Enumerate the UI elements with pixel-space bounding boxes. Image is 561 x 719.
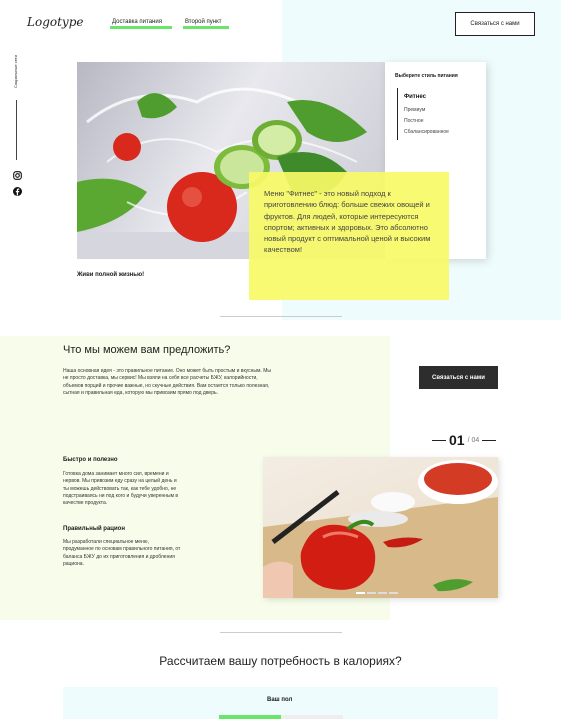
- slider-dots: [356, 592, 398, 594]
- gender-option-female[interactable]: [281, 715, 343, 719]
- gender-label: Ваш пол: [267, 697, 293, 703]
- section-divider-2: [220, 632, 342, 633]
- block-text-fast: Готовка дома занимает много сил, времени…: [63, 471, 179, 506]
- hero-description: Меню "Фитнес" - это новый подход к приго…: [264, 189, 431, 255]
- slider-dot-1[interactable]: [356, 592, 365, 594]
- slider-counter: 01 / 04: [432, 432, 497, 448]
- nav-link-second[interactable]: Второй пункт: [185, 19, 222, 25]
- nav-link-delivery[interactable]: Доставка питания: [112, 19, 162, 25]
- slider-image[interactable]: [263, 457, 498, 598]
- slider-current: 01: [449, 432, 465, 448]
- style-panel-indicator: [397, 88, 398, 140]
- style-option-premium[interactable]: Премиум: [404, 107, 425, 113]
- block-title-diet: Правильный рацион: [63, 526, 125, 532]
- logo[interactable]: Logotype: [27, 15, 83, 29]
- hero-tagline: Живи полной жизнью!: [77, 272, 145, 278]
- style-option-balanced[interactable]: Сбалансированное: [404, 129, 449, 135]
- calories-title: Рассчитаем вашу потребность в калориях?: [159, 654, 402, 668]
- facebook-icon[interactable]: [13, 187, 22, 196]
- prev-arrow-icon[interactable]: [432, 439, 446, 441]
- slider-total: / 04: [467, 436, 480, 444]
- slider-dot-3[interactable]: [378, 592, 387, 594]
- slider-dot-4[interactable]: [389, 592, 398, 594]
- block-title-fast: Быстро и полезно: [63, 457, 118, 463]
- offer-intro: Наша основная идея - это правильное пита…: [63, 368, 271, 396]
- offer-contact-button[interactable]: Связаться с нами: [419, 366, 498, 389]
- social-label: Социальные сети: [13, 55, 18, 88]
- block-text-diet: Мы разработали специальное меню, продума…: [63, 539, 181, 567]
- gender-option-male[interactable]: [219, 715, 281, 719]
- style-panel-title: Выберите стиль питания: [395, 73, 458, 79]
- style-option-lenten[interactable]: Постное: [404, 118, 424, 124]
- style-option-fitness[interactable]: Фитнес: [404, 94, 426, 100]
- offer-title: Что мы можем вам предложить?: [63, 344, 231, 356]
- nav-underline-second: [183, 26, 229, 29]
- next-arrow-icon[interactable]: [482, 439, 497, 441]
- sidebar-divider: [16, 100, 17, 160]
- instagram-icon[interactable]: [13, 171, 22, 180]
- nav-underline-delivery: [110, 26, 172, 29]
- slider-dot-2[interactable]: [367, 592, 376, 594]
- section-divider: [220, 316, 342, 317]
- contact-button[interactable]: Связаться с нами: [455, 12, 535, 36]
